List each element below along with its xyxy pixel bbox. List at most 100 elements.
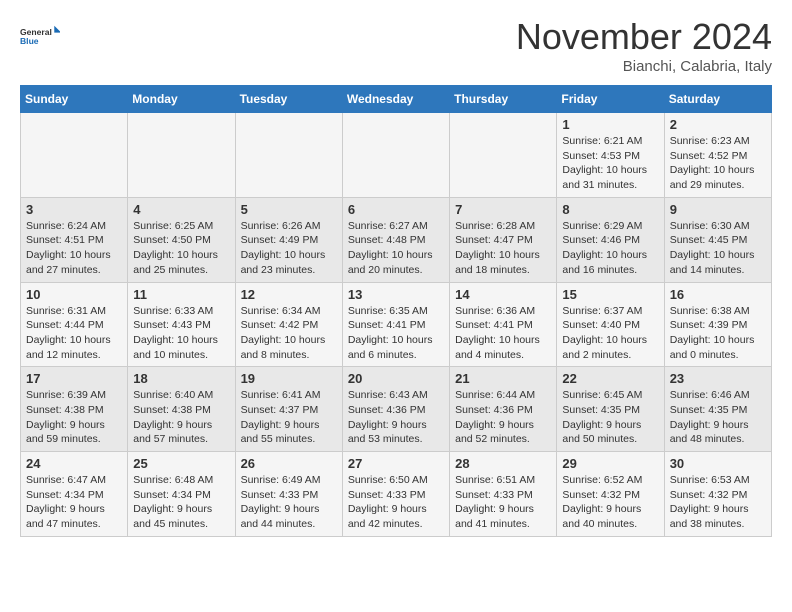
day-info: Sunrise: 6:41 AMSunset: 4:37 PMDaylight:…	[241, 388, 337, 447]
day-info-line: Sunrise: 6:41 AM	[241, 388, 337, 403]
day-info: Sunrise: 6:47 AMSunset: 4:34 PMDaylight:…	[26, 473, 122, 532]
svg-text:General: General	[20, 27, 52, 37]
day-info-line: Sunset: 4:35 PM	[562, 403, 658, 418]
day-info-line: Sunset: 4:34 PM	[133, 488, 229, 503]
day-info-line: Daylight: 9 hours	[562, 418, 658, 433]
day-info-line: Daylight: 10 hours	[455, 248, 551, 263]
day-info-line: and 53 minutes.	[348, 432, 444, 447]
day-number: 16	[670, 287, 766, 302]
svg-text:Blue: Blue	[20, 36, 39, 46]
day-number: 18	[133, 371, 229, 386]
calendar-cell: 23Sunrise: 6:46 AMSunset: 4:35 PMDayligh…	[664, 367, 771, 452]
day-info: Sunrise: 6:53 AMSunset: 4:32 PMDaylight:…	[670, 473, 766, 532]
calendar-cell: 18 Sunrise: 6:40 AMSunset: 4:38 PMDayligh…	[128, 367, 235, 452]
day-info-line: and 8 minutes.	[241, 348, 337, 363]
day-info-line: and 6 minutes.	[348, 348, 444, 363]
week-row-5: 24Sunrise: 6:47 AMSunset: 4:34 PMDayligh…	[21, 452, 772, 537]
calendar-cell: 4Sunrise: 6:25 AMSunset: 4:50 PMDaylight…	[128, 197, 235, 282]
day-info-line: Sunset: 4:42 PM	[241, 318, 337, 333]
weekday-sunday: Sunday	[21, 86, 128, 113]
day-info-line: and 55 minutes.	[241, 432, 337, 447]
day-info-line: Daylight: 10 hours	[348, 333, 444, 348]
weekday-tuesday: Tuesday	[235, 86, 342, 113]
calendar-cell: 3Sunrise: 6:24 AMSunset: 4:51 PMDaylight…	[21, 197, 128, 282]
weekday-wednesday: Wednesday	[342, 86, 449, 113]
calendar-cell	[128, 113, 235, 198]
day-info: Sunrise: 6:44 AMSunset: 4:36 PMDaylight:…	[455, 388, 551, 447]
day-info: Sunrise: 6:45 AMSunset: 4:35 PMDaylight:…	[562, 388, 658, 447]
day-info-line: Sunrise: 6:50 AM	[348, 473, 444, 488]
day-info-line: and 48 minutes.	[670, 432, 766, 447]
day-info-line: Sunrise: 6:51 AM	[455, 473, 551, 488]
day-info-line: and 16 minutes.	[562, 263, 658, 278]
day-info-line: Daylight: 10 hours	[562, 163, 658, 178]
day-info-line: Sunset: 4:53 PM	[562, 149, 658, 164]
day-info-line: and 25 minutes.	[133, 263, 229, 278]
day-info: Sunrise: 6:23 AMSunset: 4:52 PMDaylight:…	[670, 134, 766, 193]
day-info: Sunrise: 6:51 AMSunset: 4:33 PMDaylight:…	[455, 473, 551, 532]
page-container: General Blue November 2024 Bianchi, Cala…	[0, 0, 792, 553]
day-number: 9	[670, 202, 766, 217]
weekday-saturday: Saturday	[664, 86, 771, 113]
day-info: Sunrise: 6:49 AMSunset: 4:33 PMDaylight:…	[241, 473, 337, 532]
day-info-line: and 59 minutes.	[26, 432, 122, 447]
day-info-line: Sunrise: 6:27 AM	[348, 219, 444, 234]
weekday-header-row: SundayMondayTuesdayWednesdayThursdayFrid…	[21, 86, 772, 113]
week-row-4: 17Sunrise: 6:39 AMSunset: 4:38 PMDayligh…	[21, 367, 772, 452]
day-info: Sunrise: 6:40 AMSunset: 4:38 PMDaylight:…	[133, 388, 229, 447]
day-info-line: Sunset: 4:41 PM	[455, 318, 551, 333]
day-info-line: Daylight: 9 hours	[348, 502, 444, 517]
calendar-cell: 15Sunrise: 6:37 AMSunset: 4:40 PMDayligh…	[557, 282, 664, 367]
calendar-cell: 25Sunrise: 6:48 AMSunset: 4:34 PMDayligh…	[128, 452, 235, 537]
day-info-line: and 10 minutes.	[133, 348, 229, 363]
day-number: 26	[241, 456, 337, 471]
day-info-line: Daylight: 10 hours	[26, 248, 122, 263]
day-info: Sunrise: 6:26 AMSunset: 4:49 PMDaylight:…	[241, 219, 337, 278]
day-info-line: and 12 minutes.	[26, 348, 122, 363]
calendar-cell: 24Sunrise: 6:47 AMSunset: 4:34 PMDayligh…	[21, 452, 128, 537]
day-info-line: Sunrise: 6:44 AM	[455, 388, 551, 403]
day-info-line: Daylight: 9 hours	[455, 502, 551, 517]
day-info-line: Daylight: 9 hours	[26, 502, 122, 517]
day-info-line: Sunrise: 6:24 AM	[26, 219, 122, 234]
day-info-line: Daylight: 9 hours	[455, 418, 551, 433]
day-info: Sunrise: 6:28 AMSunset: 4:47 PMDaylight:…	[455, 219, 551, 278]
calendar-cell: 2Sunrise: 6:23 AMSunset: 4:52 PMDaylight…	[664, 113, 771, 198]
day-info: Sunrise: 6:36 AMSunset: 4:41 PMDaylight:…	[455, 304, 551, 363]
day-info-line: Sunrise: 6:29 AM	[562, 219, 658, 234]
day-number: 7	[455, 202, 551, 217]
day-info: Sunrise: 6:25 AMSunset: 4:50 PMDaylight:…	[133, 219, 229, 278]
day-number: 8	[562, 202, 658, 217]
day-info-line: Sunset: 4:38 PM	[26, 403, 122, 418]
day-number: 15	[562, 287, 658, 302]
calendar-cell: 27Sunrise: 6:50 AMSunset: 4:33 PMDayligh…	[342, 452, 449, 537]
calendar-cell: 17Sunrise: 6:39 AMSunset: 4:38 PMDayligh…	[21, 367, 128, 452]
day-info-line: Sunset: 4:32 PM	[562, 488, 658, 503]
calendar-cell: 26 Sunrise: 6:49 AMSunset: 4:33 PMDayligh…	[235, 452, 342, 537]
day-number: 3	[26, 202, 122, 217]
calendar-cell: 22Sunrise: 6:45 AMSunset: 4:35 PMDayligh…	[557, 367, 664, 452]
day-info-line: Sunset: 4:40 PM	[562, 318, 658, 333]
day-info-line: Sunrise: 6:49 AM	[241, 473, 337, 488]
day-info-line: Daylight: 10 hours	[562, 333, 658, 348]
day-number: 23	[670, 371, 766, 386]
day-info-line: and 44 minutes.	[241, 517, 337, 532]
calendar-cell: 13Sunrise: 6:35 AMSunset: 4:41 PMDayligh…	[342, 282, 449, 367]
day-info-line: and 52 minutes.	[455, 432, 551, 447]
day-info: Sunrise: 6:31 AMSunset: 4:44 PMDaylight:…	[26, 304, 122, 363]
day-info-line: Daylight: 9 hours	[133, 502, 229, 517]
day-info-line: Sunset: 4:32 PM	[670, 488, 766, 503]
day-info-line: Daylight: 10 hours	[348, 248, 444, 263]
day-info-line: Sunrise: 6:46 AM	[670, 388, 766, 403]
calendar-cell: 11Sunrise: 6:33 AMSunset: 4:43 PMDayligh…	[128, 282, 235, 367]
day-info-line: Sunrise: 6:38 AM	[670, 304, 766, 319]
day-info-line: Sunset: 4:47 PM	[455, 233, 551, 248]
day-info-line: Sunset: 4:33 PM	[455, 488, 551, 503]
day-info: Sunrise: 6:39 AMSunset: 4:38 PMDaylight:…	[26, 388, 122, 447]
day-info-line: Sunset: 4:50 PM	[133, 233, 229, 248]
day-info-line: Sunrise: 6:52 AM	[562, 473, 658, 488]
calendar-cell: 8Sunrise: 6:29 AMSunset: 4:46 PMDaylight…	[557, 197, 664, 282]
week-row-2: 3Sunrise: 6:24 AMSunset: 4:51 PMDaylight…	[21, 197, 772, 282]
day-info-line: Sunrise: 6:23 AM	[670, 134, 766, 149]
day-info-line: and 47 minutes.	[26, 517, 122, 532]
